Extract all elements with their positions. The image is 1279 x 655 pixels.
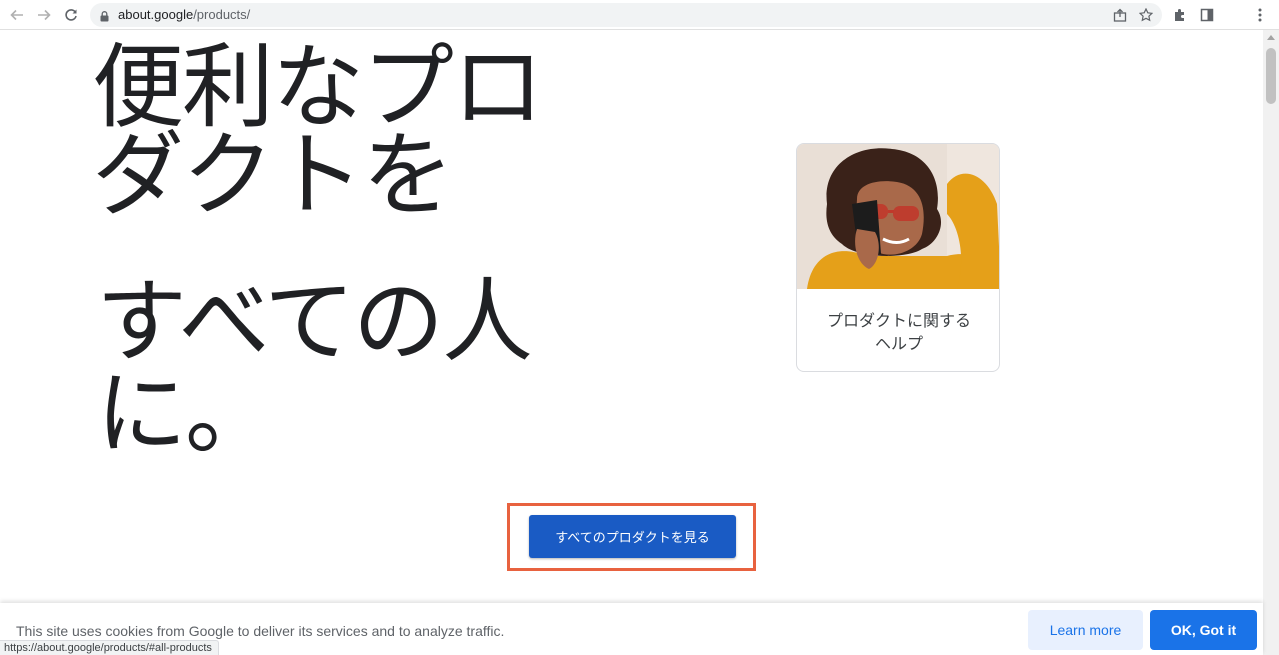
reload-icon[interactable] [60,4,82,26]
card-label-line2: ヘルプ [874,334,923,353]
scroll-up-arrow[interactable] [1267,35,1275,40]
extensions-icon[interactable] [1171,6,1189,24]
address-bar[interactable]: about.google/products/ [90,3,1162,27]
cookie-text: This site uses cookies from Google to de… [16,623,505,639]
hero-heading-line2: ダクトを [92,122,454,229]
hero-heading-line1: 便利なプロ [92,34,544,141]
woman-phone-photo [797,144,999,289]
lock-icon[interactable] [100,9,109,27]
url-domain: about.google [118,7,194,22]
menu-icon[interactable] [1251,6,1269,24]
card-label: プロダクトに関する ヘルプ [797,309,999,355]
see-all-products-button[interactable]: すべてのプロダクトを見る [529,515,736,558]
hero-heading-line4: に。 [96,362,276,467]
back-icon[interactable] [6,4,28,26]
hero-heading-line3: すべての人 [96,270,533,375]
page-scrollbar[interactable] [1263,30,1279,655]
share-icon[interactable] [1111,7,1129,23]
star-icon[interactable] [1137,7,1155,23]
forward-icon[interactable] [33,4,55,26]
side-panel-icon[interactable] [1198,6,1216,24]
scroll-thumb[interactable] [1266,48,1276,104]
url-path: /products/ [193,7,251,22]
learn-more-button[interactable]: Learn more [1028,610,1143,650]
status-url: https://about.google/products/#all-produ… [0,640,219,655]
url-text: about.google/products/ [118,7,250,22]
browser-toolbar: about.google/products/ [0,0,1279,30]
card-label-line1: プロダクトに関する [826,311,971,330]
product-help-card[interactable]: プロダクトに関する ヘルプ [796,143,1000,372]
ok-got-it-button[interactable]: OK, Got it [1150,610,1257,650]
